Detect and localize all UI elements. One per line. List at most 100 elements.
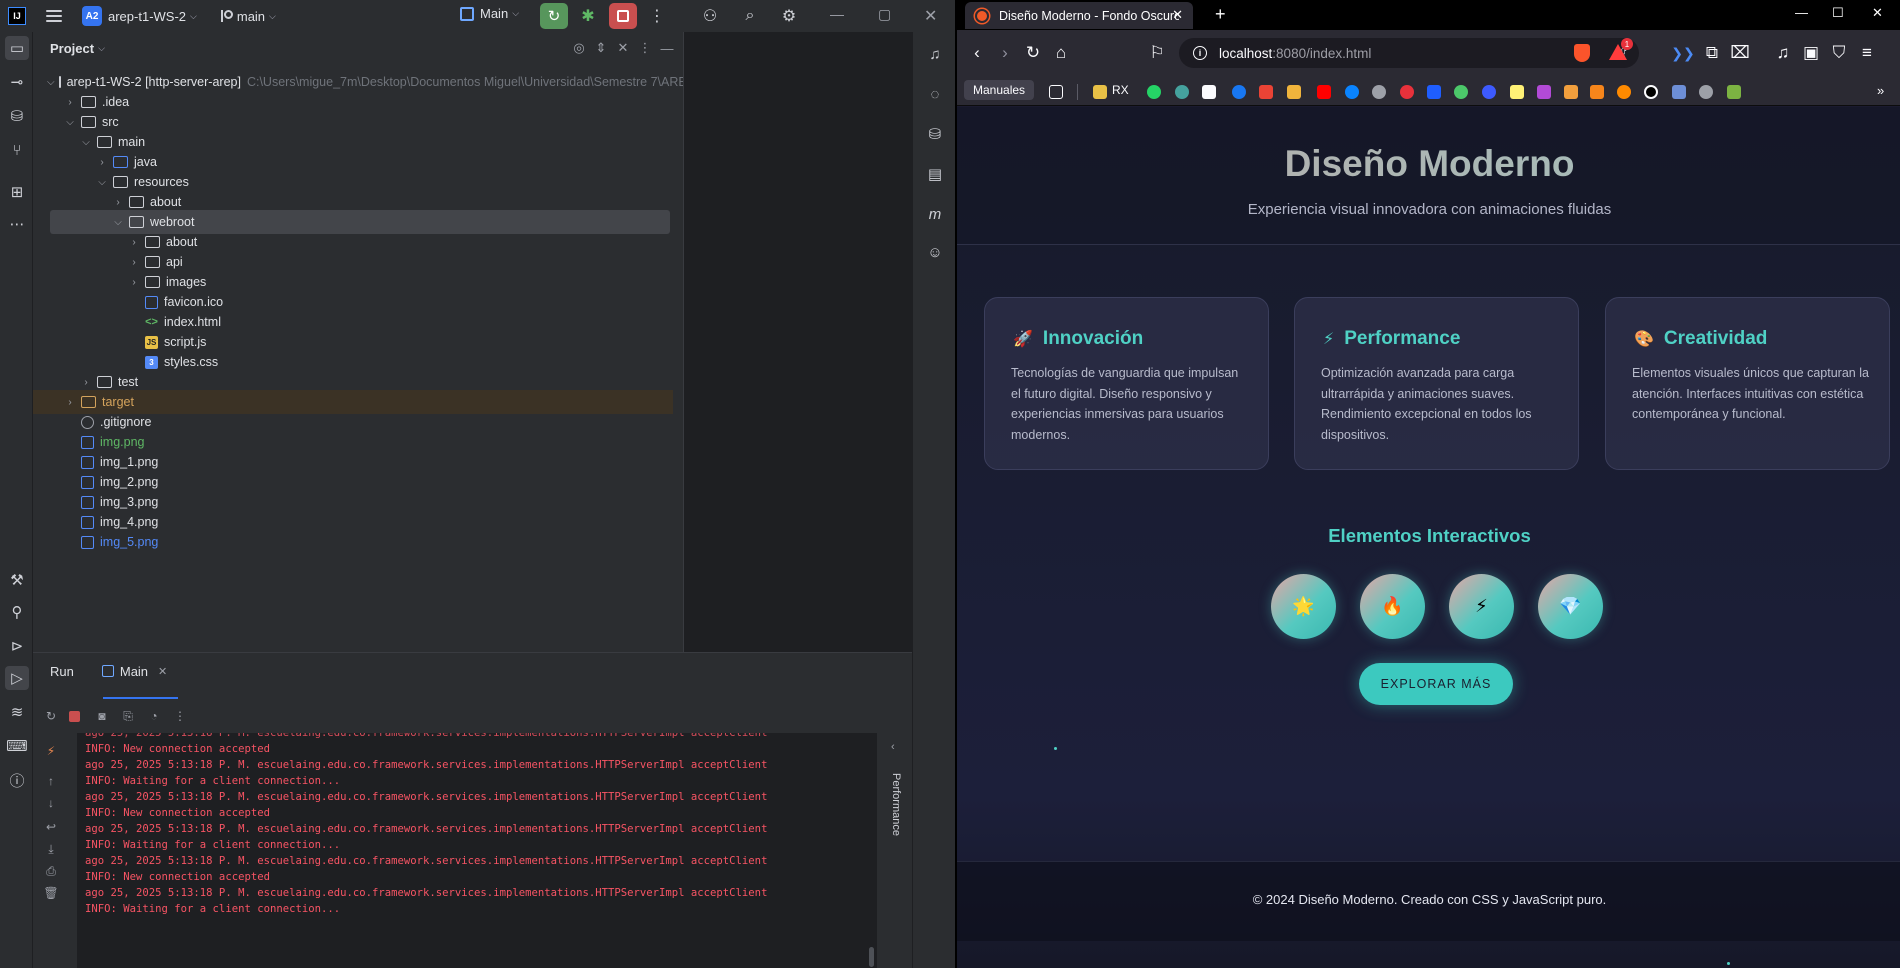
metamask-icon[interactable] bbox=[1590, 85, 1604, 99]
main-menu-icon[interactable] bbox=[46, 10, 62, 22]
forward-icon[interactable]: › bbox=[995, 43, 1015, 63]
wallet-connect-icon[interactable]: ❯❯ bbox=[1671, 43, 1694, 63]
more-tools-icon[interactable]: ⋯ bbox=[5, 212, 29, 236]
debug-attach-icon[interactable]: ⚡ bbox=[43, 743, 59, 759]
facebook-icon[interactable] bbox=[1232, 85, 1246, 99]
settings-gear-icon[interactable]: ⚙ bbox=[779, 6, 799, 26]
bookmark-icon[interactable]: ⚐ bbox=[1147, 43, 1167, 63]
bookmark-site-icon[interactable] bbox=[1672, 85, 1686, 99]
hammer-icon[interactable]: ⚲ bbox=[5, 600, 29, 624]
stop-icon[interactable] bbox=[69, 710, 80, 722]
maximize-icon[interactable]: ☐ bbox=[1832, 5, 1844, 21]
more-vertical-icon[interactable]: ⋮ bbox=[647, 6, 667, 26]
chevron-left-icon[interactable]: ‹ bbox=[891, 741, 895, 753]
locate-icon[interactable]: ◎ bbox=[571, 40, 587, 56]
hide-panel-icon[interactable]: — bbox=[659, 40, 675, 56]
tree-node-img-5[interactable]: img_5.png bbox=[33, 530, 673, 554]
chevron-down-icon[interactable]: ⌵ bbox=[269, 11, 276, 22]
youtube-icon[interactable] bbox=[1317, 85, 1331, 99]
collapse-all-icon[interactable]: ✕ bbox=[615, 40, 631, 56]
media-icon[interactable]: ♫ bbox=[1773, 43, 1793, 63]
notion-icon[interactable] bbox=[1202, 85, 1216, 99]
site-info-icon[interactable]: i bbox=[1193, 46, 1207, 60]
close-icon[interactable]: ✕ bbox=[924, 6, 937, 26]
bookmark-site-icon[interactable] bbox=[1727, 85, 1741, 99]
bookmark-site-icon[interactable] bbox=[1454, 85, 1468, 99]
run-config-selector[interactable]: Main ⌵ bbox=[460, 6, 519, 21]
dump-threads-icon[interactable]: ⎘ bbox=[120, 708, 136, 724]
structure-icon[interactable]: ⊞ bbox=[5, 180, 29, 204]
chevron-down-icon[interactable]: ⌵ bbox=[190, 11, 197, 22]
branch-name[interactable]: main bbox=[237, 9, 265, 24]
bookmark-manuales[interactable]: Manuales bbox=[964, 80, 1035, 100]
copilot-icon[interactable]: ☺ bbox=[923, 240, 947, 264]
services-icon[interactable]: ⊳ bbox=[5, 634, 29, 658]
camera-icon[interactable]: ◙ bbox=[94, 708, 110, 724]
close-tab-icon[interactable]: ✕ bbox=[1172, 7, 1183, 23]
options-icon[interactable]: ⋮ bbox=[637, 40, 653, 56]
bookmark-site-icon[interactable] bbox=[1427, 85, 1441, 99]
interactive-orb-star[interactable]: 🌟 bbox=[1271, 574, 1336, 639]
feature-card-innovacion[interactable]: 🚀 Innovación Tecnologías de vanguardia q… bbox=[984, 297, 1269, 470]
database-icon[interactable]: ⛁ bbox=[923, 122, 947, 146]
extensions-icon[interactable]: ⧉ bbox=[1702, 43, 1722, 63]
close-window-icon[interactable]: ✕ bbox=[1872, 5, 1883, 21]
bookmark-rx[interactable]: RX bbox=[1112, 83, 1129, 97]
rerun-icon[interactable]: ↻ bbox=[43, 708, 59, 724]
more-vertical-icon[interactable]: ⋮ bbox=[172, 708, 188, 724]
performance-side-panel[interactable]: ‹ Performance bbox=[877, 733, 912, 968]
feature-card-performance[interactable]: ⚡ Performance Optimización avanzada para… bbox=[1294, 297, 1579, 470]
minimize-icon[interactable]: — bbox=[830, 6, 844, 22]
interactive-orb-fire[interactable]: 🔥 bbox=[1360, 574, 1425, 639]
console-output[interactable]: ago 25, 2025 5:13:18 P. M. escuelaing.ed… bbox=[77, 733, 877, 968]
rerun-button[interactable]: ↻ bbox=[540, 3, 568, 29]
expand-all-icon[interactable]: ⇕ bbox=[593, 40, 609, 56]
vpn-icon[interactable]: ⛉ bbox=[1829, 43, 1849, 63]
run-icon[interactable]: ▷ bbox=[5, 666, 29, 690]
browser-tab-active[interactable]: Diseño Moderno - Fondo Oscuro ✕ bbox=[965, 2, 1193, 29]
whatsapp-icon[interactable] bbox=[1147, 85, 1161, 99]
run-tab-main[interactable]: Main ✕ bbox=[101, 664, 167, 679]
ai-assistant-icon[interactable]: ◌ bbox=[923, 82, 947, 106]
project-badge[interactable]: A2 bbox=[82, 6, 102, 26]
feature-card-creatividad[interactable]: 🎨 Creatividad Elementos visuales únicos … bbox=[1605, 297, 1890, 470]
problems-icon[interactable]: ⓘ bbox=[5, 768, 29, 792]
close-tab-icon[interactable]: ✕ bbox=[158, 665, 167, 678]
print-icon[interactable]: ⎙ bbox=[43, 863, 59, 879]
reload-icon[interactable]: ↻ bbox=[1023, 43, 1043, 63]
search-icon[interactable]: ⌕ bbox=[740, 6, 760, 26]
endpoints-icon[interactable]: ≋ bbox=[5, 700, 29, 724]
maven-icon[interactable]: m bbox=[923, 202, 947, 226]
browser-menu-icon[interactable]: ≡ bbox=[1857, 43, 1877, 63]
terminal-icon[interactable]: ⌨ bbox=[5, 734, 29, 758]
more-bookmarks-icon[interactable]: » bbox=[1877, 83, 1884, 98]
project-name[interactable]: arep-t1-WS-2 bbox=[108, 9, 186, 24]
bookmark-site-icon[interactable] bbox=[1617, 85, 1631, 99]
explore-more-button[interactable]: EXPLORAR MÁS bbox=[1359, 663, 1513, 705]
brave-shields-icon[interactable] bbox=[1574, 44, 1590, 62]
bookmark-site-icon[interactable] bbox=[1510, 85, 1524, 99]
home-icon[interactable]: ⌂ bbox=[1051, 43, 1071, 63]
notifications-icon[interactable]: ♫ bbox=[923, 42, 947, 66]
folder-icon[interactable] bbox=[1093, 85, 1107, 99]
coverage-icon[interactable]: ▤ bbox=[923, 162, 947, 186]
profiler-icon[interactable]: ◔ bbox=[146, 708, 162, 724]
project-folder-icon[interactable]: ▭ bbox=[5, 36, 29, 60]
apps-grid-icon[interactable] bbox=[1049, 85, 1063, 99]
package-icon[interactable] bbox=[1287, 85, 1301, 99]
bookmark-site-icon[interactable] bbox=[1175, 85, 1189, 99]
pull-requests-icon[interactable]: ⛁ bbox=[5, 104, 29, 128]
gmail-icon[interactable] bbox=[1259, 85, 1273, 99]
soft-wrap-icon[interactable]: ↩ bbox=[43, 819, 59, 835]
scroll-up-icon[interactable]: ↑ bbox=[43, 773, 59, 789]
interactive-orb-gem[interactable]: 💎 bbox=[1538, 574, 1603, 639]
bookmark-site-icon[interactable] bbox=[1564, 85, 1578, 99]
bookmark-site-icon[interactable] bbox=[1482, 85, 1496, 99]
bookmark-site-icon[interactable] bbox=[1372, 85, 1386, 99]
clear-console-icon[interactable]: 🗑 bbox=[43, 885, 59, 901]
bookmark-site-icon[interactable] bbox=[1699, 85, 1713, 99]
scroll-to-end-icon[interactable]: ⤓ bbox=[43, 841, 59, 857]
bookmark-site-icon[interactable] bbox=[1400, 85, 1414, 99]
maximize-icon[interactable]: ▢ bbox=[878, 6, 891, 23]
git-branch-icon[interactable] bbox=[219, 9, 233, 23]
